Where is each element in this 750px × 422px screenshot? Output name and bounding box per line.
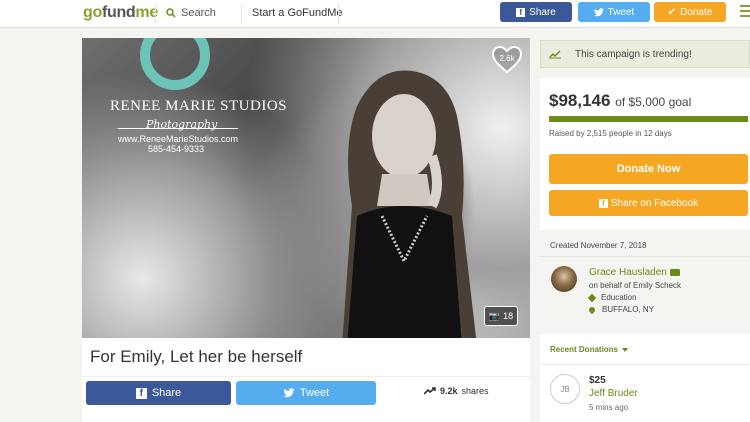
trending-chart-icon bbox=[549, 50, 561, 58]
campaign-title-card: For Emily, Let her be herself f Share Tw… bbox=[82, 338, 530, 422]
donor-avatar: JB bbox=[550, 374, 580, 404]
envelope-icon[interactable] bbox=[669, 269, 680, 276]
header-tweet-label: Tweet bbox=[607, 6, 635, 18]
twitter-icon bbox=[283, 388, 295, 398]
amount-raised: $98,146 of $5,000 goal bbox=[549, 91, 691, 111]
goal-text: of $5,000 goal bbox=[615, 95, 692, 109]
campaign-photo[interactable]: RENEE MARIE STUDIOS Photography www.Rene… bbox=[82, 38, 530, 338]
gofundme-logo[interactable]: gofundme bbox=[83, 4, 158, 22]
shares-suffix: shares bbox=[461, 386, 489, 396]
organizer-section: Created November 7, 2018 Grace Hausladen… bbox=[540, 230, 750, 332]
search-icon bbox=[166, 8, 176, 18]
divider bbox=[82, 376, 530, 377]
donate-now-button[interactable]: Donate Now bbox=[549, 154, 748, 184]
twitter-icon bbox=[593, 7, 604, 16]
photo-count-value: 18 bbox=[503, 311, 514, 321]
person-portrait bbox=[342, 70, 477, 338]
photo-count-badge[interactable]: 📷 18 bbox=[484, 306, 518, 326]
organizer-avatar[interactable] bbox=[551, 266, 577, 292]
location-label: BUFFALO, NY bbox=[602, 305, 655, 314]
donor-name[interactable]: Jeff Bruder bbox=[589, 388, 638, 399]
donation-time: 5 mins ago bbox=[589, 403, 629, 412]
campaign-title: For Emily, Let her be herself bbox=[90, 347, 303, 366]
facebook-icon: f bbox=[135, 387, 147, 399]
header-share-label: Share bbox=[529, 6, 556, 18]
tweet-label: Tweet bbox=[299, 387, 330, 399]
watermark-divider bbox=[118, 128, 238, 129]
donation-amount: $25 bbox=[589, 375, 606, 386]
checkmark-icon: ✔ bbox=[667, 6, 677, 18]
recent-donations-toggle[interactable]: Recent Donations bbox=[550, 345, 629, 354]
location-pin-icon bbox=[587, 305, 597, 314]
organizer-name: Grace Hausladen bbox=[589, 267, 667, 278]
divider bbox=[540, 364, 750, 365]
raised-by-text: Raised by 2,515 people in 12 days bbox=[549, 129, 672, 138]
raised-amount: $98,146 bbox=[549, 91, 611, 110]
share-on-facebook-label: Share on Facebook bbox=[610, 197, 699, 209]
camera-icon: 📷 bbox=[488, 310, 501, 321]
header-donate-button[interactable]: ✔ Donate bbox=[654, 2, 726, 22]
search-label: Search bbox=[181, 7, 216, 19]
caret-down-icon bbox=[622, 347, 629, 352]
trending-banner: This campaign is trending! bbox=[540, 40, 750, 68]
progress-bar-fill bbox=[549, 116, 748, 122]
shares-count: 9.2k shares bbox=[424, 386, 489, 396]
header-divider bbox=[155, 4, 156, 24]
header-divider bbox=[241, 4, 242, 24]
created-date: Created November 7, 2018 bbox=[550, 241, 647, 250]
category-label: Education bbox=[601, 293, 637, 302]
category[interactable]: Education bbox=[587, 293, 637, 302]
facebook-icon: f bbox=[598, 198, 608, 208]
top-header: gofundme Search Start a GoFundMe f Share… bbox=[0, 0, 750, 28]
donation-goal-card: $98,146 of $5,000 goal Raised by 2,515 p… bbox=[540, 78, 750, 230]
header-donate-label: Donate bbox=[680, 6, 713, 18]
trending-text: This campaign is trending! bbox=[575, 48, 692, 60]
trending-arrow-icon bbox=[424, 387, 436, 395]
studio-watermark-phone: 585-454-9333 bbox=[148, 144, 205, 154]
tag-icon bbox=[587, 293, 597, 302]
location: BUFFALO, NY bbox=[587, 305, 655, 314]
search-link[interactable]: Search bbox=[166, 7, 216, 19]
header-tweet-button[interactable]: Tweet bbox=[578, 2, 650, 22]
header-divider bbox=[338, 4, 339, 24]
studio-watermark-subtitle: Photography bbox=[146, 118, 218, 131]
studio-watermark-title: RENEE MARIE STUDIOS bbox=[110, 98, 287, 114]
studio-watermark-url: www.ReneeMarieStudios.com bbox=[118, 134, 239, 144]
shares-count-value: 9.2k bbox=[440, 386, 458, 396]
share-on-facebook-button[interactable]: f Share on Facebook bbox=[549, 190, 748, 216]
hamburger-menu-icon[interactable] bbox=[740, 5, 750, 20]
tweet-button[interactable]: Tweet bbox=[236, 381, 376, 405]
start-gofundme-link[interactable]: Start a GoFundMe bbox=[252, 7, 343, 19]
studio-logo-ring bbox=[140, 38, 210, 90]
organizer-name-link[interactable]: Grace Hausladen bbox=[589, 267, 680, 278]
recent-donations-title: Recent Donations bbox=[550, 345, 619, 354]
divider bbox=[540, 256, 750, 257]
facebook-share-label: Share bbox=[151, 387, 182, 399]
facebook-share-button[interactable]: f Share bbox=[86, 381, 231, 405]
logo-part-go: go bbox=[83, 4, 102, 21]
facebook-icon: f bbox=[516, 7, 526, 17]
logo-part-fund: fund bbox=[101, 4, 136, 21]
recent-donations-card: Recent Donations JB $25 Jeff Bruder 5 mi… bbox=[540, 334, 750, 422]
heart-count: 2.6k bbox=[499, 54, 515, 63]
progress-bar bbox=[549, 116, 748, 122]
on-behalf-text: on behalf of Emily Scheck bbox=[589, 281, 682, 290]
header-share-button[interactable]: f Share bbox=[500, 2, 572, 22]
